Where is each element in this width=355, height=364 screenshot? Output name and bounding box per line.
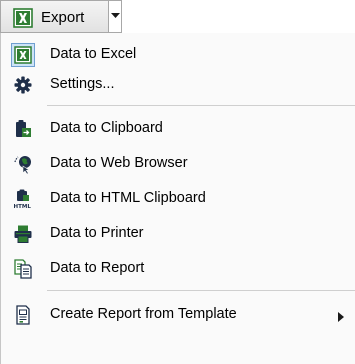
menu-item-create-report-from-template[interactable]: Create Report from Template — [1, 300, 355, 330]
menu-item-label: Data to Report — [50, 260, 145, 276]
menu-item-label: Data to Clipboard — [50, 120, 163, 136]
menu-item-data-to-printer[interactable]: Data to Printer — [1, 219, 355, 249]
printer-icon — [13, 224, 33, 244]
excel-export-icon — [13, 8, 33, 28]
report-icon — [13, 259, 33, 279]
menu-separator — [47, 105, 355, 106]
html-clipboard-icon: HTML — [13, 189, 33, 210]
menu-item-data-to-report[interactable]: Data to Report — [1, 254, 355, 284]
menu-item-label: Settings... — [50, 76, 115, 92]
menu-item-label: Data to HTML Clipboard — [50, 190, 206, 206]
menu-item-label: Data to Web Browser — [50, 155, 188, 171]
menu-item-label: Create Report from Template — [50, 306, 237, 322]
menu-separator — [47, 290, 355, 291]
web-browser-icon — [13, 154, 33, 175]
export-menu: Data to Excel Settings... Data to Clipbo… — [0, 33, 355, 364]
excel-icon — [13, 45, 33, 65]
clipboard-icon — [13, 119, 33, 139]
chevron-down-icon — [111, 13, 120, 18]
submenu-arrow-icon — [338, 309, 344, 325]
menu-item-label: Data to Excel — [50, 46, 137, 62]
export-button[interactable]: Export — [0, 0, 108, 33]
menu-item-data-to-excel[interactable]: Data to Excel — [1, 40, 355, 70]
export-button-label: Export — [41, 9, 85, 26]
report-template-icon — [13, 305, 33, 325]
menu-item-label: Data to Printer — [50, 225, 144, 241]
gear-icon — [13, 75, 33, 95]
export-split-button[interactable]: Export — [0, 0, 122, 33]
export-dropdown-toggle[interactable] — [108, 0, 122, 33]
menu-item-data-to-html-clipboard[interactable]: HTML Data to HTML Clipboard — [1, 184, 355, 214]
menu-item-data-to-web-browser[interactable]: Data to Web Browser — [1, 149, 355, 179]
menu-item-settings[interactable]: Settings... — [1, 70, 355, 100]
svg-text:HTML: HTML — [14, 204, 32, 209]
menu-item-data-to-clipboard[interactable]: Data to Clipboard — [1, 114, 355, 144]
